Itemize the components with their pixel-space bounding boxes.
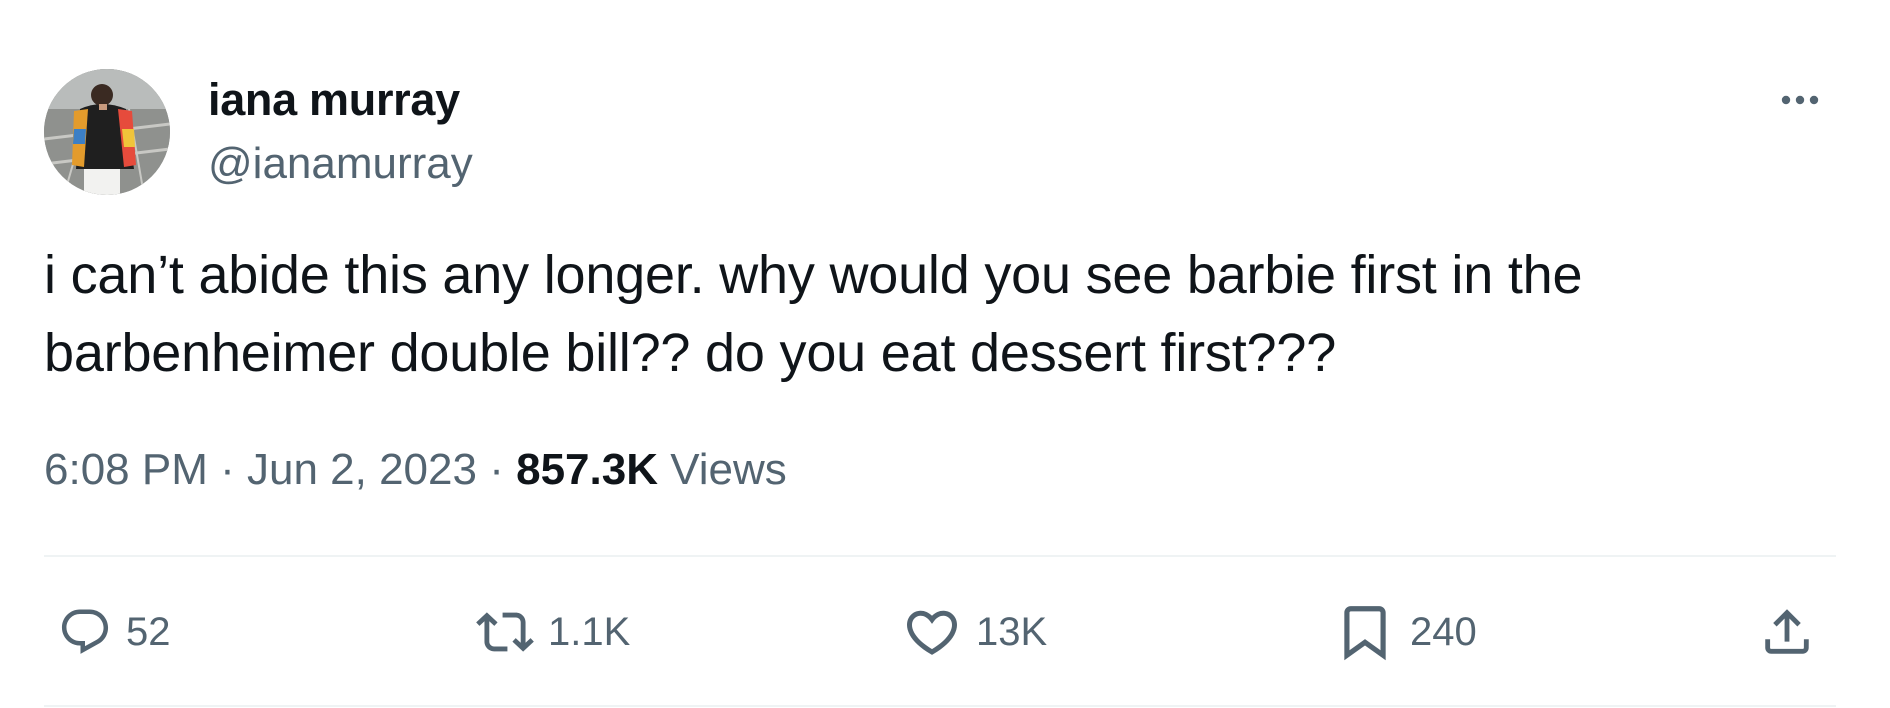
tweet-card: iana murray @ianamurray i can’t abide th…: [0, 0, 1890, 708]
share-button[interactable]: [1758, 598, 1816, 666]
tweet-text-line: barbenheimer double bill?? do you eat de…: [44, 323, 1337, 383]
author-handle[interactable]: @ianamurray: [208, 136, 473, 192]
share-icon: [1765, 609, 1809, 654]
heart-icon: [906, 610, 958, 655]
reply-icon: [61, 609, 109, 654]
tweet-meta: 6:08 PM · Jun 2, 2023 · 857.3K Views: [44, 442, 787, 498]
retweet-button[interactable]: 1.1K: [476, 598, 630, 666]
more-icon: [1781, 95, 1819, 105]
author-display-name[interactable]: iana murray: [208, 72, 460, 128]
more-options-button[interactable]: [1770, 80, 1830, 120]
like-button[interactable]: 13K: [902, 598, 1047, 666]
avatar-photo: [44, 69, 170, 195]
tweet-text-line: i can’t abide this any longer. why would…: [44, 245, 1583, 305]
divider: [44, 555, 1836, 557]
retweet-icon: [476, 612, 534, 652]
bookmark-count: 240: [1410, 610, 1477, 654]
views-label: Views: [670, 445, 787, 494]
reply-button[interactable]: 52: [58, 598, 171, 666]
like-count: 13K: [976, 610, 1048, 654]
meta-separator: ·: [220, 445, 235, 494]
divider: [44, 705, 1836, 707]
tweet-text: i can’t abide this any longer. why would…: [44, 236, 1804, 392]
retweet-count: 1.1K: [548, 610, 631, 654]
views-count: 857.3K: [516, 445, 658, 494]
meta-separator: ·: [489, 445, 504, 494]
tweet-date[interactable]: Jun 2, 2023: [247, 445, 477, 494]
tweet-time[interactable]: 6:08 PM: [44, 445, 208, 494]
avatar[interactable]: [44, 69, 170, 195]
bookmark-icon: [1344, 606, 1386, 661]
reply-count: 52: [126, 610, 171, 654]
bookmark-button[interactable]: 240: [1334, 598, 1477, 666]
